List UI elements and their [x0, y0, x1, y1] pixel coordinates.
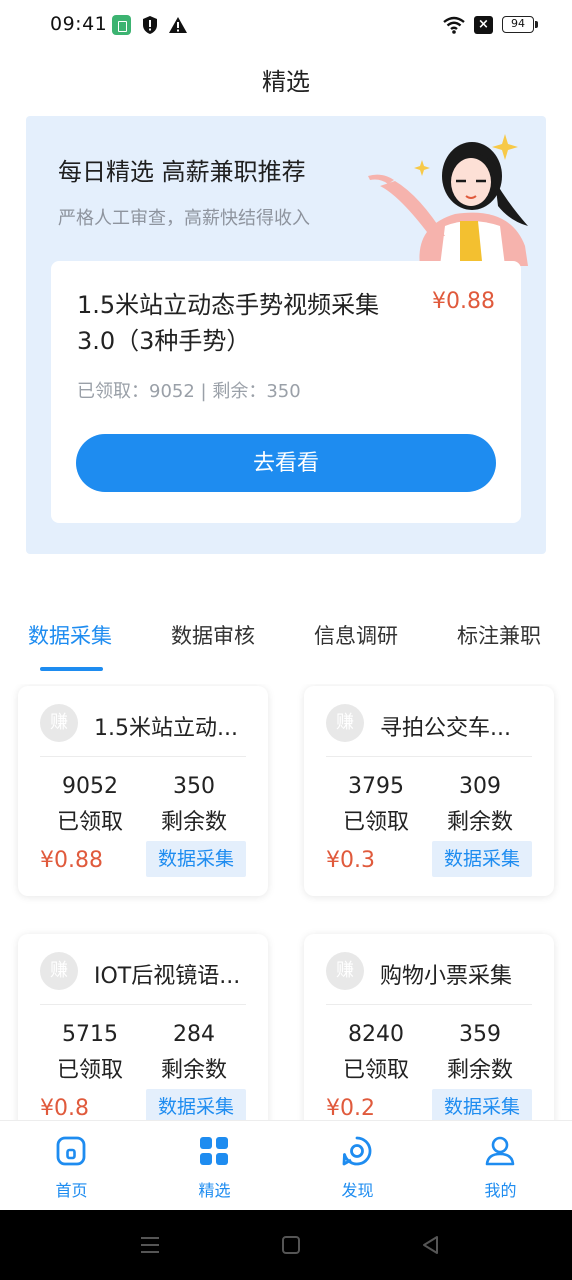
no-sim-icon: ×: [474, 16, 493, 34]
remaining-count: 359: [459, 1022, 501, 1047]
task-card-title: IOT后视镜语...: [94, 964, 241, 989]
claimed-count: 3795: [348, 774, 404, 799]
earn-badge-icon: 赚: [40, 704, 78, 742]
remaining-label: 剩余数: [160, 1058, 227, 1083]
status-bar: 09:41 × 94: [0, 0, 572, 50]
discover-icon: [342, 1136, 372, 1166]
menu-icon[interactable]: [137, 1232, 163, 1258]
task-card-title: 1.5米站立动...: [94, 716, 238, 741]
nav-label-discover: 发现: [341, 1181, 374, 1200]
active-tab-indicator: [40, 667, 103, 671]
claimed-label: 已领取: [56, 1058, 123, 1083]
system-nav-bar: [0, 1210, 572, 1280]
divider: [40, 756, 246, 757]
task-stats: 已领取：9052 | 剩余：350: [77, 381, 301, 402]
task-card[interactable]: 赚 1.5米站立动... 9052 350 已领取 剩余数 ¥0.88 数据采集: [18, 686, 268, 896]
task-price: ¥0.88: [432, 289, 495, 314]
earn-badge-icon: 赚: [40, 952, 78, 990]
category-tabs: 数据采集 数据审核 信息调研 标注兼职: [0, 620, 572, 672]
earn-badge-icon: 赚: [326, 704, 364, 742]
tab-data-collection[interactable]: 数据采集: [28, 620, 112, 650]
tab-annotation[interactable]: 标注兼职: [457, 620, 541, 650]
category-tag: 数据采集: [146, 1089, 246, 1120]
claimed-count: 5715: [62, 1022, 118, 1047]
battery-icon: 94: [502, 16, 538, 33]
page-title: 精选: [262, 68, 310, 96]
app-screen: 09:41 × 94 精选 每日精选 高薪兼职推荐 严格人工审查，高薪快结得收入: [0, 0, 572, 1280]
remaining-count: 284: [173, 1022, 215, 1047]
task-card-title: 寻拍公交车...: [380, 716, 511, 741]
category-tag: 数据采集: [432, 1089, 532, 1120]
task-card-price: ¥0.3: [326, 848, 375, 873]
sim-card-icon: [112, 15, 131, 35]
task-card-price: ¥0.8: [40, 1096, 89, 1120]
claimed-label: 已领取: [56, 810, 123, 835]
category-tag: 数据采集: [146, 841, 246, 877]
home-icon: [56, 1136, 86, 1166]
claimed-label: 已领取: [342, 810, 409, 835]
nav-item-featured[interactable]: 精选: [143, 1121, 286, 1211]
remaining-label: 剩余数: [160, 810, 227, 835]
remaining-label: 剩余数: [446, 810, 513, 835]
divider: [40, 1004, 246, 1005]
nav-item-home[interactable]: 首页: [0, 1121, 143, 1211]
banner-title: 每日精选 高薪兼职推荐: [58, 158, 306, 186]
claimed-count: 9052: [62, 774, 118, 799]
featured-task-card[interactable]: 1.5米站立动态手势视频采集3.0（3种手势） ¥0.88 已领取：9052 |…: [51, 261, 521, 523]
tab-info-survey[interactable]: 信息调研: [314, 620, 398, 650]
woman-pointing-illustration: [368, 134, 528, 266]
claimed-label: 已领取: [342, 1058, 409, 1083]
shield-icon: [143, 16, 157, 34]
task-card-title: 购物小票采集: [380, 964, 513, 989]
divider: [326, 1004, 532, 1005]
earn-badge-icon: 赚: [326, 952, 364, 990]
profile-icon: [485, 1136, 515, 1166]
tab-data-review[interactable]: 数据审核: [171, 620, 255, 650]
remaining-count: 350: [173, 774, 215, 799]
status-time: 09:41: [50, 13, 108, 35]
home-square-icon[interactable]: [278, 1232, 304, 1258]
bottom-nav: 首页 精选 发现 我的: [0, 1120, 572, 1210]
back-icon[interactable]: [418, 1232, 444, 1258]
category-tag: 数据采集: [432, 841, 532, 877]
grid-icon: [200, 1137, 228, 1165]
divider: [326, 756, 532, 757]
nav-item-discover[interactable]: 发现: [286, 1121, 429, 1211]
task-card[interactable]: 赚 寻拍公交车... 3795 309 已领取 剩余数 ¥0.3 数据采集: [304, 686, 554, 896]
nav-label-featured: 精选: [198, 1181, 231, 1200]
wifi-icon: [443, 16, 465, 34]
remaining-count: 309: [459, 774, 501, 799]
nav-label-home: 首页: [55, 1181, 88, 1200]
warning-icon: [169, 17, 187, 33]
nav-item-profile[interactable]: 我的: [429, 1121, 572, 1211]
task-grid: 赚 1.5米站立动... 9052 350 已领取 剩余数 ¥0.88 数据采集…: [0, 684, 572, 1120]
task-title: 1.5米站立动态手势视频采集3.0（3种手势）: [77, 291, 380, 355]
remaining-label: 剩余数: [446, 1058, 513, 1083]
task-card[interactable]: 赚 购物小票采集 8240 359 已领取 剩余数 ¥0.2 数据采集: [304, 934, 554, 1120]
featured-banner: 每日精选 高薪兼职推荐 严格人工审查，高薪快结得收入 1.5米站立动态手势视频采…: [26, 116, 546, 554]
task-card[interactable]: 赚 IOT后视镜语... 5715 284 已领取 剩余数 ¥0.8 数据采集: [18, 934, 268, 1120]
banner-subtitle: 严格人工审查，高薪快结得收入: [58, 208, 310, 229]
task-card-price: ¥0.2: [326, 1096, 375, 1120]
view-task-button[interactable]: 去看看: [76, 434, 496, 492]
claimed-count: 8240: [348, 1022, 404, 1047]
nav-label-profile: 我的: [484, 1181, 517, 1200]
task-card-price: ¥0.88: [40, 848, 103, 873]
